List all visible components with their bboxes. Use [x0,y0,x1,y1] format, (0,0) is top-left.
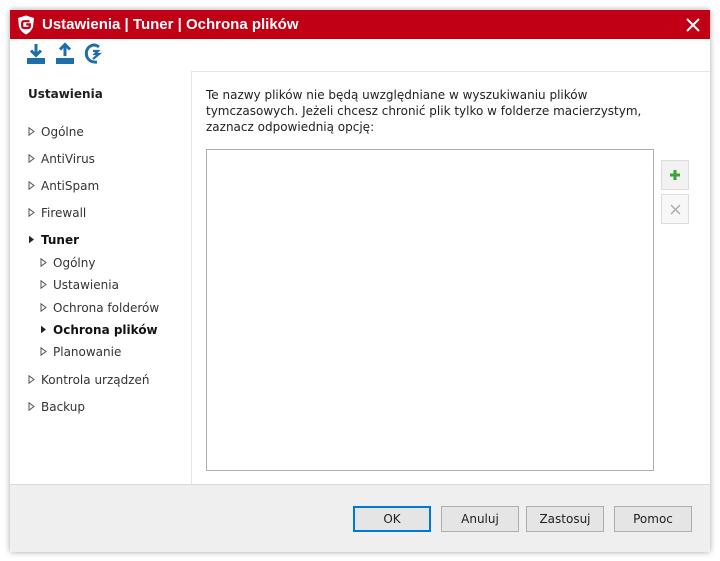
title-bar: Ustawienia | Tuner | Ochrona plików [10,10,710,39]
sidebar-item-kontrola-urzadzen[interactable]: Kontrola urządzeń [28,373,150,387]
restore-defaults-icon [84,43,103,64]
chevron-right-filled-icon [28,233,41,247]
sidebar-item-ogolny[interactable]: Ogólny [40,256,95,270]
sidebar-item-ochrona-plikow[interactable]: Ochrona plików [40,323,158,337]
close-button[interactable] [676,10,710,39]
sidebar-item-label: Ustawienia [53,278,119,292]
sidebar-item-ustawienia[interactable]: Ustawienia [40,278,119,292]
file-exclusion-list[interactable] [206,149,654,471]
window-title: Ustawienia | Tuner | Ochrona plików [42,16,299,33]
sidebar-item-label: Ochrona plików [53,323,158,337]
gdata-logo-icon [18,15,34,35]
sidebar-item-antivirus[interactable]: AntiVirus [28,152,95,166]
sidebar-item-label: Ogólny [53,256,96,270]
cancel-button[interactable]: Anuluj [441,506,519,532]
chevron-right-icon [28,373,41,387]
chevron-right-icon [28,400,41,414]
sidebar-heading: Ustawienia [28,87,103,101]
chevron-right-icon [28,152,41,166]
settings-sidebar: Ustawienia Ogólne AntiVirus AntiSpam Fir… [10,71,192,484]
sidebar-item-firewall[interactable]: Firewall [28,206,86,220]
sidebar-item-label: Planowanie [53,345,122,359]
sidebar-item-label: AntiSpam [41,179,100,193]
chevron-right-filled-icon [40,323,53,337]
chevron-right-icon [40,256,53,270]
sidebar-item-tuner[interactable]: Tuner [28,233,79,247]
chevron-right-icon [28,206,41,220]
chevron-right-icon [40,301,53,315]
add-entry-button[interactable] [661,160,689,190]
settings-window: Ustawienia | Tuner | Ochrona plików Usta… [10,10,710,552]
dialog-footer: OK Anuluj Zastosuj Pomoc [10,484,710,552]
sidebar-item-label: Firewall [41,206,87,220]
description-text: Te nazwy plików nie będą uwzględniane w … [206,88,642,134]
import-button[interactable] [24,42,48,66]
chevron-right-icon [40,345,53,359]
remove-entry-button[interactable] [661,194,689,224]
sidebar-item-ogolne[interactable]: Ogólne [28,125,84,139]
export-button[interactable] [53,42,77,66]
toolbar [10,39,710,72]
import-icon [27,44,45,64]
sidebar-item-antispam[interactable]: AntiSpam [28,179,99,193]
chevron-right-icon [28,179,41,193]
plus-icon [670,170,680,180]
apply-button[interactable]: Zastosuj [526,506,604,532]
sidebar-item-label: Ogólne [41,125,84,139]
close-icon [686,17,700,32]
ok-button[interactable]: OK [353,506,431,532]
help-button[interactable]: Pomoc [614,506,692,532]
export-icon [56,42,74,64]
restore-defaults-button[interactable] [82,42,106,66]
sidebar-item-label: Tuner [41,233,80,247]
sidebar-item-planowanie[interactable]: Planowanie [40,345,121,359]
sidebar-item-label: Kontrola urządzeń [41,373,150,387]
sidebar-item-label: AntiVirus [41,152,95,166]
x-icon [670,204,680,214]
chevron-right-icon [28,125,41,139]
sidebar-item-backup[interactable]: Backup [28,400,85,414]
sidebar-item-ochrona-folderow[interactable]: Ochrona folderów [40,301,159,315]
sidebar-item-label: Ochrona folderów [53,301,160,315]
sidebar-item-label: Backup [41,400,85,414]
content-panel: Te nazwy plików nie będą uwzględniane w … [192,71,710,484]
chevron-right-icon [40,278,53,292]
